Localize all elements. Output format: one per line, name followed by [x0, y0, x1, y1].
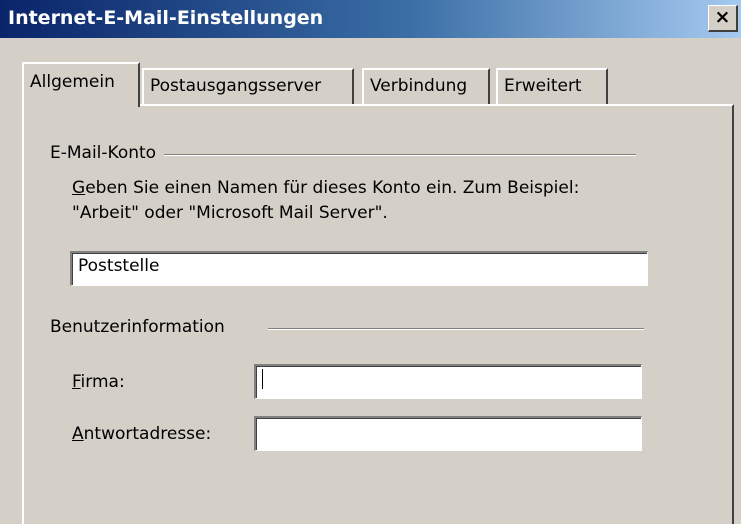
close-icon: ×	[714, 6, 731, 28]
title-bar: Internet-E-Mail-Einstellungen ×	[0, 0, 741, 38]
description-line-2: "Arbeit" oder "Microsoft Mail Server".	[72, 203, 388, 223]
tab-erweitert[interactable]: Erweitert	[496, 68, 608, 104]
text-cursor	[262, 369, 263, 389]
mnemonic: A	[72, 424, 84, 444]
window-title: Internet-E-Mail-Einstellungen	[8, 7, 324, 29]
group-divider	[268, 328, 644, 330]
reply-address-label: Antwortadresse:	[72, 422, 211, 447]
group-label-user-info: Benutzerinformation	[50, 317, 231, 337]
account-name-input[interactable]: Poststelle	[70, 251, 648, 286]
tab-verbindung[interactable]: Verbindung	[362, 68, 490, 104]
tab-allgemein[interactable]: Allgemein	[22, 62, 140, 107]
description-line-1: eben Sie einen Namen für dieses Konto ei…	[85, 178, 580, 198]
tab-postausgangsserver[interactable]: Postausgangsserver	[142, 68, 354, 104]
company-label-text: irma:	[80, 372, 125, 392]
tab-label: Erweitert	[504, 76, 582, 96]
company-input[interactable]	[254, 364, 642, 399]
account-name-description: Geben Sie einen Namen für dieses Konto e…	[72, 176, 579, 226]
group-label-email-account: E-Mail-Konto	[50, 143, 163, 163]
tab-label: Allgemein	[30, 72, 115, 92]
tab-label: Verbindung	[370, 76, 468, 96]
company-label: Firma:	[72, 370, 125, 395]
close-button[interactable]: ×	[708, 5, 738, 32]
account-name-value: Poststelle	[78, 256, 160, 276]
reply-address-input[interactable]	[254, 416, 642, 451]
mnemonic: F	[72, 372, 81, 392]
tab-panel-allgemein: E-Mail-Konto Geben Sie einen Namen für d…	[22, 104, 734, 524]
mnemonic: G	[72, 178, 86, 198]
reply-address-label-text: ntwortadresse:	[83, 424, 212, 444]
tab-label: Postausgangsserver	[150, 76, 322, 96]
group-divider	[164, 154, 636, 156]
